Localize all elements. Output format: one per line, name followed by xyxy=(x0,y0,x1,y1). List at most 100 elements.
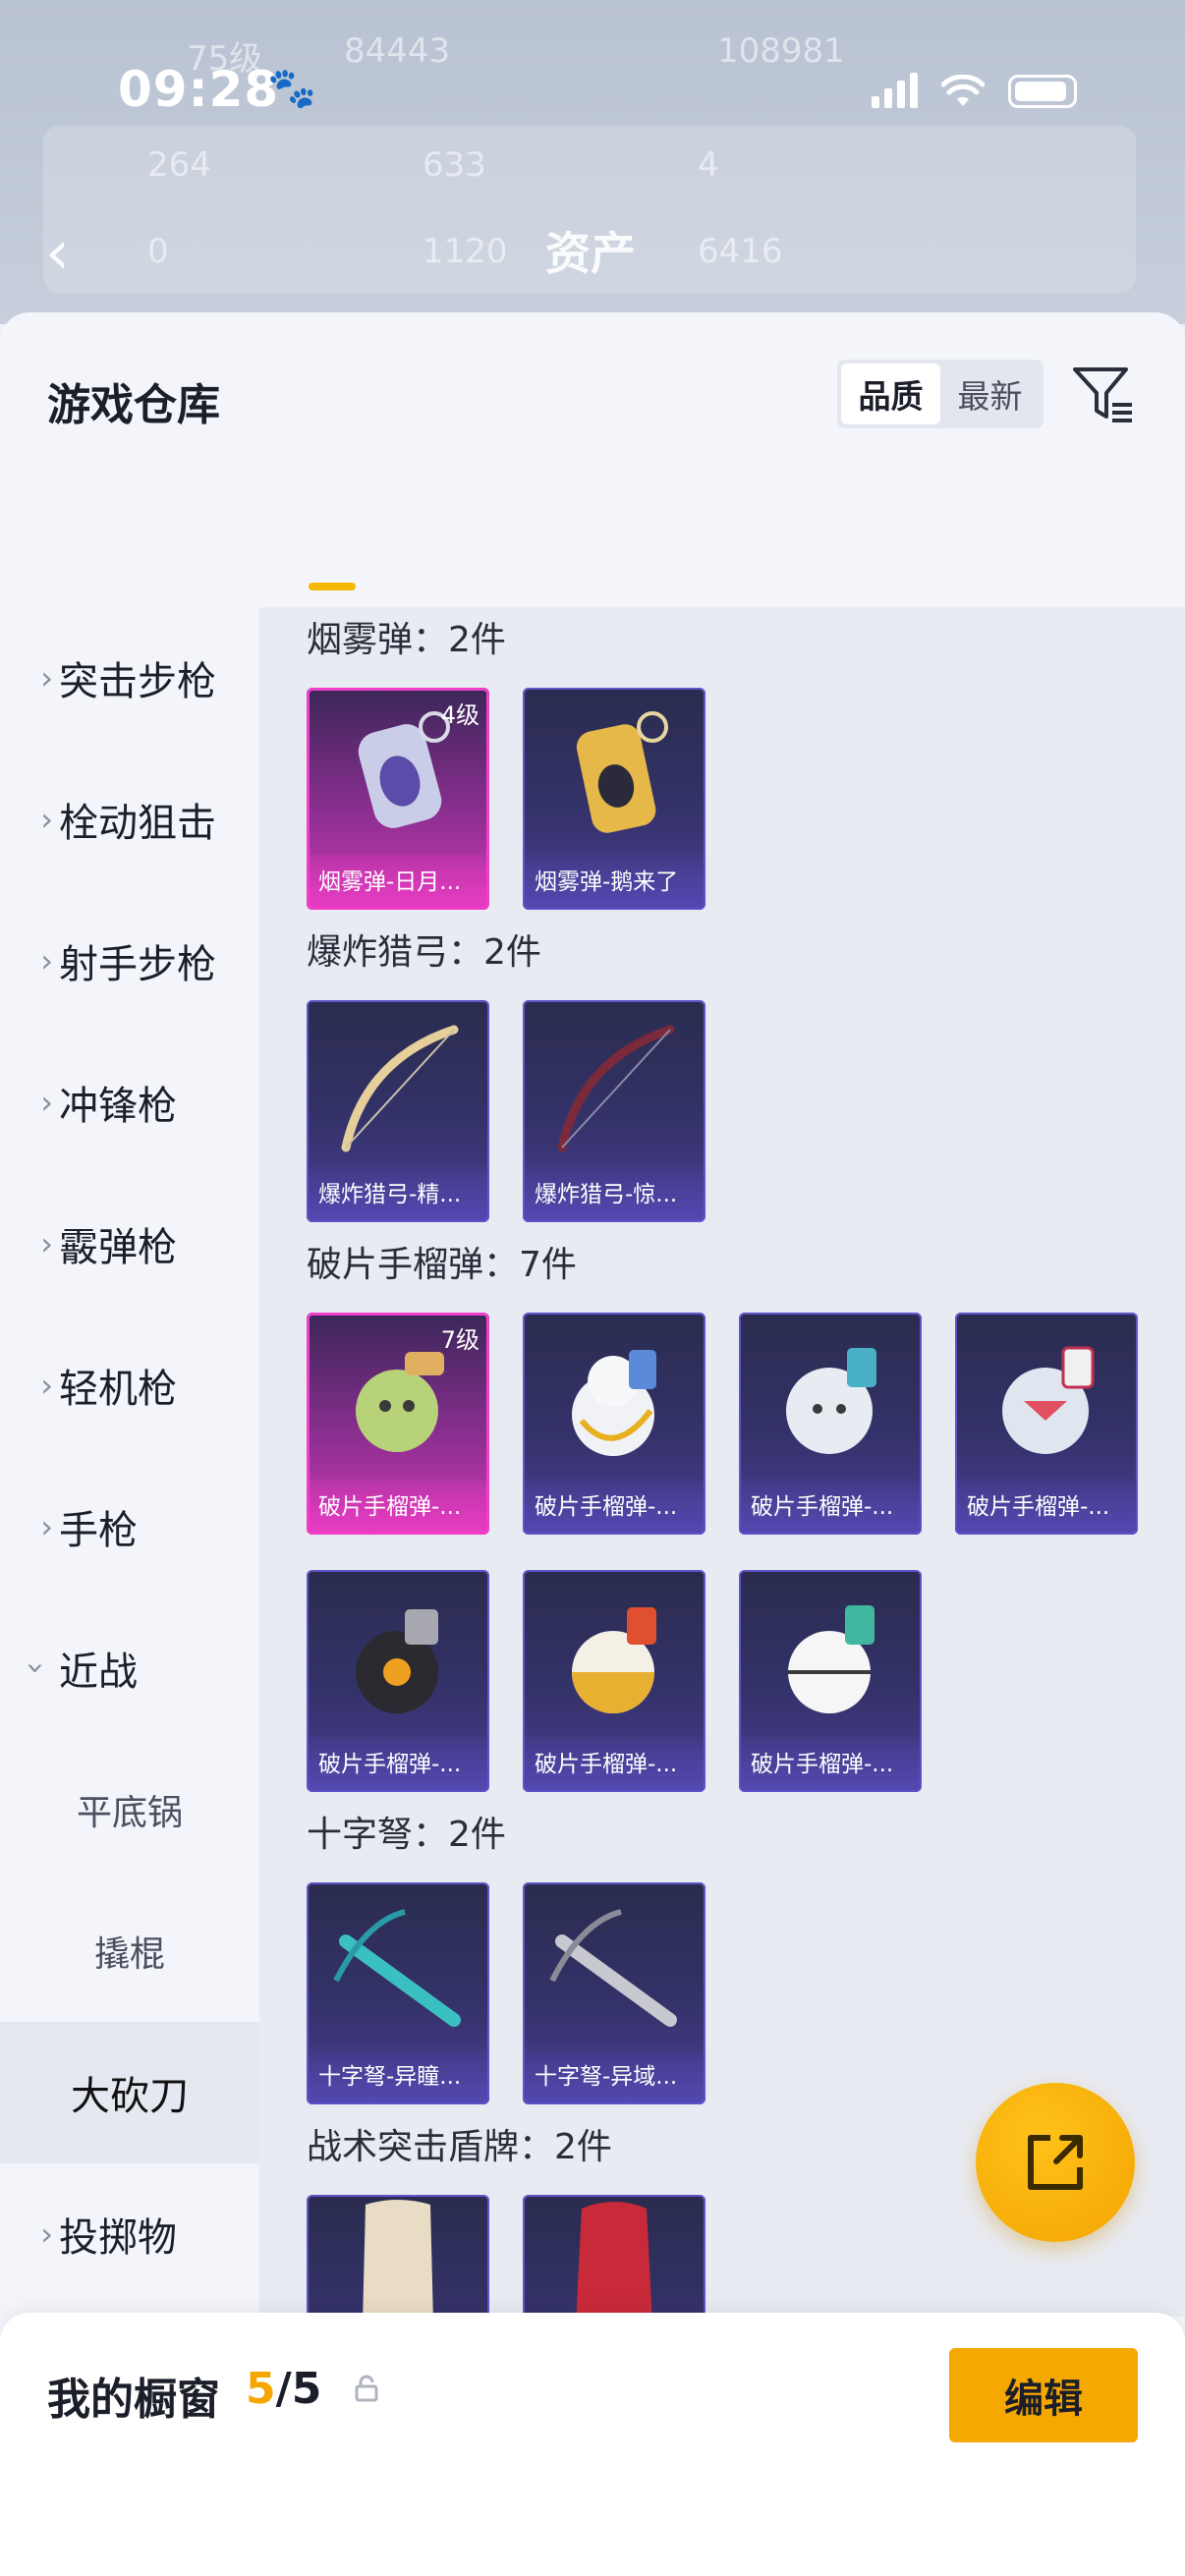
frag-grenade-art xyxy=(786,1348,876,1454)
item-card[interactable]: 破片手榴弹-... xyxy=(523,1313,705,1535)
sidebar-item-label: 霰弹枪 xyxy=(59,1225,177,1270)
item-card[interactable] xyxy=(523,2195,705,2317)
item-name: 破片手榴弹-... xyxy=(523,1480,705,1535)
weapon-category-sidebar: › 突击步枪 › 栓动狙击 › 射手步枪 › 冲锋枪 › 霰弹枪 › 轻机枪 ›… xyxy=(0,607,259,2317)
ghost-stat: 264 xyxy=(147,145,211,185)
chevron-down-icon: › xyxy=(18,1661,55,1675)
group-title: 十字弩：2件 xyxy=(307,1815,506,1855)
sort-toggle: 品质 最新 xyxy=(837,360,1044,428)
item-name: 破片手榴弹-... xyxy=(739,1737,922,1792)
item-card[interactable]: 十字弩-异瞳... xyxy=(307,1882,489,2104)
sidebar-item-label: 冲锋枪 xyxy=(59,1084,177,1129)
item-name: 烟雾弹-日月... xyxy=(307,855,489,910)
lock-icon xyxy=(355,2375,378,2402)
item-card[interactable]: 破片手榴弹-... xyxy=(523,1570,705,1792)
crossbow-art xyxy=(333,1909,461,2027)
item-card[interactable] xyxy=(307,2195,489,2317)
smoke-grenade-art xyxy=(576,711,668,833)
item-name: 破片手榴弹-... xyxy=(955,1480,1138,1535)
showcase-bar: 我的橱窗 5/5 编辑 xyxy=(0,2313,1185,2576)
hunting-bow-art xyxy=(341,1025,459,1152)
chevron-right-icon: › xyxy=(40,1367,53,1404)
ghost-stat: 4 xyxy=(698,145,719,185)
ghost-stat: 633 xyxy=(423,145,486,185)
sidebar-item-pistol[interactable]: › 手枪 xyxy=(0,1456,259,1597)
chevron-right-icon: › xyxy=(40,801,53,838)
sidebar-item-label: 近战 xyxy=(59,1650,138,1695)
sidebar-subitem-machete[interactable]: 大砍刀 xyxy=(0,2022,259,2163)
sidebar-item-assault-rifle[interactable]: › 突击步枪 xyxy=(0,607,259,749)
item-card[interactable]: 4级 烟雾弹-日月... xyxy=(307,688,489,910)
item-name: 爆炸猎弓-惊... xyxy=(523,1167,705,1222)
item-name: 烟雾弹-鹅来了 xyxy=(523,855,705,910)
item-card[interactable]: 爆炸猎弓-惊... xyxy=(523,1000,705,1222)
frag-grenade-art xyxy=(356,1609,438,1713)
item-card[interactable]: 破片手榴弹-... xyxy=(739,1570,922,1792)
chevron-right-icon: › xyxy=(40,1508,53,1545)
edit-button[interactable]: 编辑 xyxy=(949,2348,1138,2442)
sidebar-item-label: 手枪 xyxy=(59,1508,138,1553)
sidebar-item-label: 轻机枪 xyxy=(59,1367,177,1412)
frag-grenade-art xyxy=(572,1607,656,1713)
sort-newest-option[interactable]: 最新 xyxy=(940,364,1040,424)
item-card[interactable]: 破片手榴弹-... xyxy=(955,1313,1138,1535)
item-name: 破片手榴弹-... xyxy=(739,1480,922,1535)
item-card[interactable]: 爆炸猎弓-精... xyxy=(307,1000,489,1222)
status-icons xyxy=(872,73,1077,108)
shield-art xyxy=(576,2202,652,2317)
frag-grenade-art xyxy=(1002,1346,1095,1454)
share-button[interactable] xyxy=(976,2083,1135,2242)
chevron-right-icon: › xyxy=(40,1225,53,1262)
warehouse-sheet: 游戏仓库 品质 最新 时装 898 枪械 308 装备 376 载具 5 战备 … xyxy=(0,312,1185,2576)
chevron-right-icon: › xyxy=(40,942,53,980)
crossbow-art xyxy=(549,1909,677,2027)
sidebar-subitem-frying-pan[interactable]: 平底锅 xyxy=(0,1739,259,1880)
sidebar-item-throwables[interactable]: › 投掷物 xyxy=(0,2163,259,2305)
item-name: 十字弩-异瞳... xyxy=(307,2049,489,2104)
item-grid: 烟雾弹：2件 4级 烟雾弹-日月... 烟雾弹-鹅来了 爆炸猎弓：2件 爆炸猎弓… xyxy=(259,607,1185,2317)
shield-art xyxy=(363,2200,433,2317)
item-name: 十字弩-异域... xyxy=(523,2049,705,2104)
background-header: 75级 84443 108981 264 633 4 0 1120 6416 ‹… xyxy=(0,0,1185,324)
sidebar-item-label: 投掷物 xyxy=(59,2215,177,2261)
battery-icon xyxy=(1008,75,1077,108)
group-title: 爆炸猎弓：2件 xyxy=(307,932,541,973)
item-level-badge: 4级 xyxy=(440,701,480,729)
showcase-label: 我的橱窗 xyxy=(47,2375,220,2425)
back-icon[interactable]: ‹ xyxy=(45,216,70,288)
active-tab-indicator xyxy=(309,583,356,590)
item-name: 破片手榴弹-... xyxy=(307,1480,489,1535)
status-time: 09:28 xyxy=(118,61,280,118)
chevron-right-icon: › xyxy=(40,1084,53,1121)
item-card[interactable]: 破片手榴弹-... xyxy=(739,1313,922,1535)
sort-quality-option[interactable]: 品质 xyxy=(841,364,940,424)
group-title: 烟雾弹：2件 xyxy=(307,620,506,660)
item-name: 破片手榴弹-... xyxy=(523,1737,705,1792)
item-card[interactable]: 烟雾弹-鹅来了 xyxy=(523,688,705,910)
chevron-right-icon: › xyxy=(40,659,53,697)
sidebar-item-label: 突击步枪 xyxy=(59,659,216,704)
category-tabs: 时装 898 枪械 308 装备 376 载具 5 战备 213 xyxy=(0,499,1185,678)
sidebar-item-marksman-rifle[interactable]: › 射手步枪 xyxy=(0,890,259,1032)
item-card[interactable]: 7级 破片手榴弹-... xyxy=(307,1313,489,1535)
sheet-title: 游戏仓库 xyxy=(47,380,220,430)
sidebar-item-smg[interactable]: › 冲锋枪 xyxy=(0,1032,259,1173)
share-icon xyxy=(1028,2135,1083,2190)
filter-icon[interactable] xyxy=(1069,360,1138,428)
item-card[interactable]: 破片手榴弹-... xyxy=(307,1570,489,1792)
showcase-total: /5 xyxy=(275,2364,322,2414)
sidebar-subitem-crowbar[interactable]: 撬棍 xyxy=(0,1880,259,2022)
showcase-count: 5/5 xyxy=(246,2364,321,2414)
sidebar-item-melee[interactable]: › 近战 xyxy=(0,1597,259,1739)
item-name: 爆炸猎弓-精... xyxy=(307,1167,489,1222)
chevron-right-icon: › xyxy=(40,2215,53,2253)
sidebar-item-lmg[interactable]: › 轻机枪 xyxy=(0,1315,259,1456)
group-title: 破片手榴弹：7件 xyxy=(307,1245,577,1285)
item-card[interactable]: 十字弩-异域... xyxy=(523,1882,705,2104)
sidebar-item-shotgun[interactable]: › 霰弹枪 xyxy=(0,1173,259,1315)
signal-icon xyxy=(872,73,918,108)
group-title: 战术突击盾牌：2件 xyxy=(307,2127,612,2167)
sidebar-item-label: 射手步枪 xyxy=(59,942,216,987)
sidebar-item-bolt-sniper[interactable]: › 栓动狙击 xyxy=(0,749,259,890)
frag-grenade-art xyxy=(788,1605,875,1713)
